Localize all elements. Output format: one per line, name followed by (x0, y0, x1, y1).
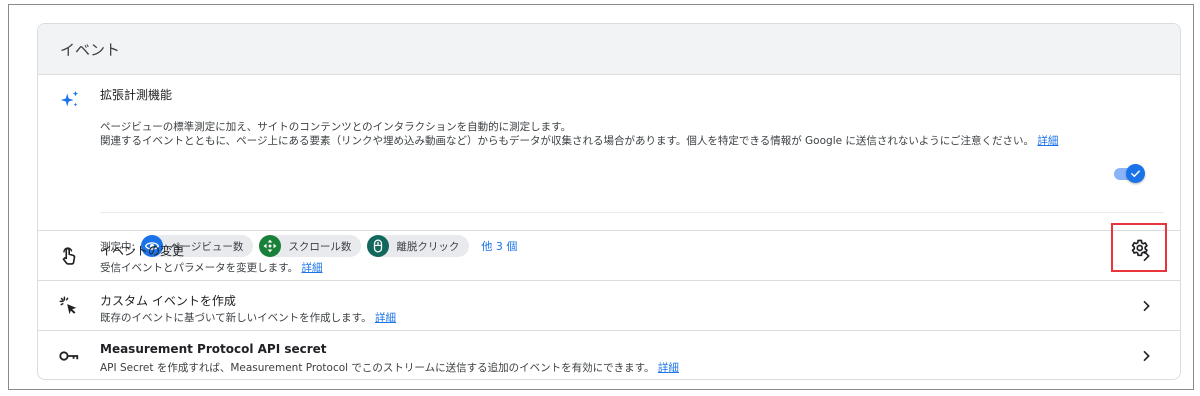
enhanced-measurement-description: ページビューの標準測定に加え、サイトのコンテンツとのインタラクションを自動的に測… (100, 120, 1110, 148)
divider (100, 212, 1164, 213)
row-subtitle-text: API Secret を作成すれば、Measurement Protocol で… (100, 362, 655, 374)
enhanced-measurement-toggle[interactable] (1114, 164, 1145, 183)
description-line-2: 関連するイベントとともに、ページ上にある要素（リンクや埋め込み動画など）からもデ… (100, 134, 1110, 148)
check-icon (1131, 170, 1140, 177)
card-title: イベント (60, 40, 121, 59)
row-title: Measurement Protocol API secret (100, 342, 327, 356)
row-title: イベントの変更 (100, 244, 185, 258)
details-link[interactable]: 詳細 (658, 362, 679, 374)
description-line-1: ページビューの標準測定に加え、サイトのコンテンツとのインタラクションを自動的に測… (100, 121, 572, 133)
touch-hand-icon (62, 247, 76, 265)
row-title: カスタム イベントを作成 (100, 294, 236, 308)
sparkle-click-icon (59, 296, 77, 315)
toggle-knob (1126, 164, 1145, 183)
chevron-right-icon (1143, 300, 1150, 312)
row-subtitle: API Secret を作成すれば、Measurement Protocol で… (100, 360, 679, 375)
row-subtitle: 既存のイベントに基づいて新しいイベントを作成します。 詳細 (100, 310, 396, 325)
row-subtitle-text: 受信イベントとパラメータを変更します。 (100, 262, 299, 274)
row-subtitle-text: 既存のイベントに基づいて新しいイベントを作成します。 (100, 312, 372, 324)
events-card: イベント 拡張計測機能 ページビューの標準測定に加え、サイトのコンテンツとのイン… (37, 23, 1181, 380)
details-link[interactable]: 詳細 (301, 262, 322, 274)
details-link[interactable]: 詳細 (1037, 135, 1058, 147)
row-modify-events[interactable]: イベントの変更 受信イベントとパラメータを変更します。 詳細 (38, 231, 1180, 281)
chevron-right-icon (1143, 350, 1150, 362)
card-header: イベント (38, 24, 1180, 75)
screenshot-frame: イベント 拡張計測機能 ページビューの標準測定に加え、サイトのコンテンツとのイン… (8, 4, 1194, 390)
enhanced-measurement-section: 拡張計測機能 ページビューの標準測定に加え、サイトのコンテンツとのインタラクショ… (38, 75, 1180, 272)
details-link[interactable]: 詳細 (375, 312, 396, 324)
row-measurement-protocol[interactable]: Measurement Protocol API secret API Secr… (38, 331, 1180, 379)
row-create-custom-event[interactable]: カスタム イベントを作成 既存のイベントに基づいて新しいイベントを作成します。 … (38, 281, 1180, 331)
sparkle-icon (60, 90, 79, 107)
enhanced-measurement-title: 拡張計測機能 (100, 88, 173, 102)
key-icon (59, 351, 79, 361)
chevron-right-icon (1143, 250, 1150, 262)
description-line-2-text: 関連するイベントとともに、ページ上にある要素（リンクや埋め込み動画など）からもデ… (100, 135, 1034, 147)
row-subtitle: 受信イベントとパラメータを変更します。 詳細 (100, 260, 322, 275)
